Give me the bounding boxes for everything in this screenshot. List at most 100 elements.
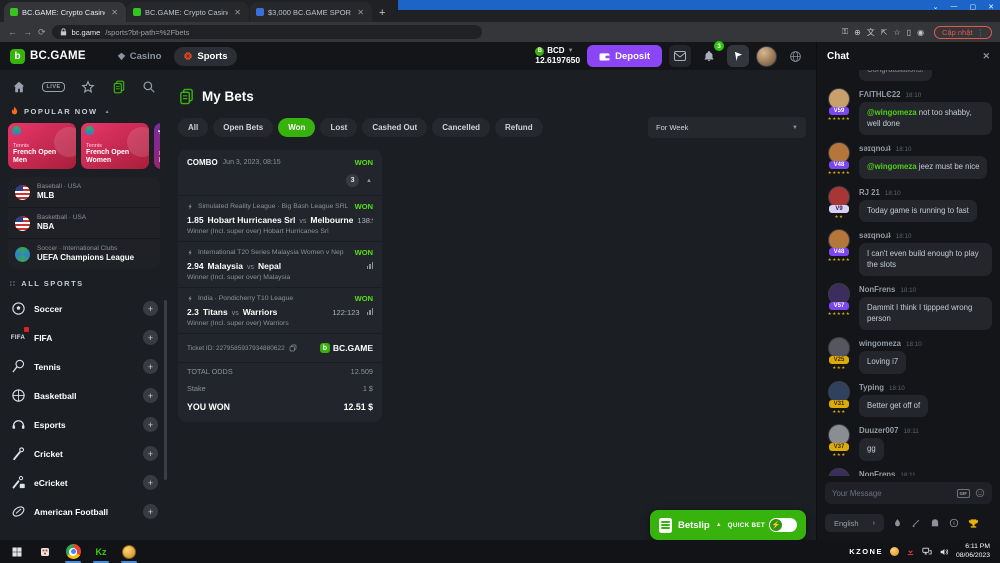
expand-plus-button[interactable]: +: [143, 504, 158, 519]
info-icon[interactable]: [949, 518, 959, 528]
popular-now-header[interactable]: POPULAR NOW ▲: [8, 104, 160, 123]
chat-username[interactable]: NonFrens: [859, 285, 895, 294]
filter-won[interactable]: Won: [278, 118, 315, 137]
filter-refund[interactable]: Refund: [495, 118, 543, 137]
expand-plus-button[interactable]: +: [143, 359, 158, 374]
period-dropdown[interactable]: For Week ▼: [648, 117, 806, 138]
window-close-icon[interactable]: ✕: [988, 3, 994, 11]
popular-card-french-open-women[interactable]: Tennis French Open Women: [81, 123, 149, 169]
user-avatar[interactable]: [756, 46, 777, 67]
taskbar-coin-app-icon[interactable]: [116, 540, 142, 563]
window-minimize-icon[interactable]: —: [951, 3, 958, 10]
sidebar-item-esports[interactable]: Esports +: [8, 410, 160, 439]
filter-cashed-out[interactable]: Cashed Out: [362, 118, 427, 137]
balance-selector[interactable]: B BCD ▼ 12.6197650: [535, 47, 580, 65]
chat-username[interactable]: Duuzer007: [859, 426, 898, 435]
stats-icon[interactable]: [367, 308, 374, 315]
expand-plus-button[interactable]: +: [143, 446, 158, 461]
filter-cancelled[interactable]: Cancelled: [432, 118, 490, 137]
notifications-button[interactable]: 3: [698, 45, 720, 67]
filter-open-bets[interactable]: Open Bets: [213, 118, 273, 137]
league-item-nba[interactable]: Basketball · USA NBA: [8, 208, 160, 239]
refresh-icon[interactable]: ⟳: [38, 27, 46, 38]
expand-plus-button[interactable]: +: [143, 330, 158, 345]
sidebar-item-ecricket[interactable]: eCricket +: [8, 468, 160, 497]
install-icon[interactable]: ⊕: [854, 28, 861, 37]
close-icon[interactable]: ✕: [982, 51, 990, 62]
address-bar[interactable]: bc.game/sports?bt-path=%2Fbets: [52, 25, 482, 39]
tray-network-icon[interactable]: [922, 547, 932, 556]
league-item-mlb[interactable]: Baseball · USA MLB: [8, 177, 160, 208]
chat-message-input[interactable]: [832, 489, 952, 498]
betslip-button[interactable]: Betslip ▲ QUICK BET ⚡: [650, 510, 806, 540]
deposit-button[interactable]: Deposit: [587, 45, 662, 67]
quick-bet-toggle[interactable]: ⚡: [769, 518, 797, 532]
chat-username[interactable]: wingomeza: [859, 339, 901, 348]
bcgame-logo[interactable]: b BC.GAME: [10, 49, 86, 64]
profile-icon[interactable]: ◉: [917, 28, 924, 37]
kebab-menu-icon[interactable]: ⋮: [977, 28, 985, 37]
chat-username[interactable]: səɪqnoɹʇ: [859, 231, 891, 240]
popular-card-nba[interactable]: NBA 2 NBA: [154, 123, 160, 169]
avatar[interactable]: [828, 468, 850, 476]
share-icon[interactable]: ⇱: [881, 28, 888, 37]
tray-download-icon[interactable]: [906, 547, 915, 556]
emoji-icon[interactable]: [975, 488, 985, 498]
copy-icon[interactable]: [289, 344, 297, 352]
sidebar-item-basketball[interactable]: Basketball +: [8, 381, 160, 410]
filter-all[interactable]: All: [178, 118, 208, 137]
nav-sports[interactable]: Sports: [174, 47, 236, 66]
browser-tab-2[interactable]: BC.GAME: Crypto Casino Games ✕: [127, 2, 249, 22]
translate-icon[interactable]: 文: [867, 27, 875, 38]
live-icon[interactable]: LIVE: [42, 82, 64, 92]
sidebar-item-soccer[interactable]: Soccer +: [8, 294, 160, 323]
sidebar-scrollbar[interactable]: [164, 300, 167, 480]
favorites-star-icon[interactable]: [81, 80, 95, 94]
start-button[interactable]: [4, 540, 30, 563]
chat-username[interactable]: NonFrens: [859, 470, 895, 476]
browser-tab-1[interactable]: BC.GAME: Crypto Casino Games ✕: [4, 2, 126, 22]
taskbar-clock[interactable]: 6:11 PM 08/06/2023: [956, 543, 990, 561]
tab-close-icon[interactable]: ✕: [355, 8, 366, 17]
search-icon[interactable]: [142, 80, 156, 94]
chat-username[interactable]: səɪqnoɹʇ: [859, 144, 891, 153]
expand-plus-button[interactable]: +: [143, 301, 158, 316]
popular-card-french-open-men[interactable]: Tennis French Open Men: [8, 123, 76, 169]
new-tab-button[interactable]: +: [379, 7, 385, 19]
ghost-icon[interactable]: [930, 518, 940, 528]
language-globe-button[interactable]: [784, 45, 806, 67]
sidebar-item-cricket[interactable]: Cricket +: [8, 439, 160, 468]
tab-close-icon[interactable]: ✕: [109, 8, 120, 17]
back-icon[interactable]: ←: [8, 27, 17, 37]
home-icon[interactable]: [12, 80, 26, 94]
tab-close-icon[interactable]: ✕: [232, 8, 243, 17]
rain-icon[interactable]: [893, 518, 902, 529]
sidebar-item-american-football[interactable]: American Football +: [8, 497, 160, 526]
gif-icon[interactable]: GIF: [957, 489, 971, 498]
my-bets-icon[interactable]: [112, 80, 126, 94]
chat-username[interactable]: RJ 21: [859, 188, 880, 197]
collapse-caret-icon[interactable]: ▲: [366, 178, 372, 184]
browser-tab-3[interactable]: $3,000 BC.GAME SPORTS PARLA ✕: [250, 2, 372, 22]
star-icon[interactable]: ☆: [893, 28, 900, 37]
window-maximize-icon[interactable]: ▢: [970, 3, 977, 11]
expand-plus-button[interactable]: +: [143, 388, 158, 403]
chat-username[interactable]: FΛITHLЄ22: [859, 90, 901, 99]
key-icon[interactable]: ⚿: [842, 27, 848, 37]
rules-icon[interactable]: [911, 518, 921, 528]
taskbar-chrome-icon[interactable]: [60, 540, 86, 563]
sports-chat-toggle[interactable]: [727, 45, 749, 67]
expand-plus-button[interactable]: +: [143, 417, 158, 432]
chat-username[interactable]: Typing: [859, 383, 884, 392]
sidebar-item-fifa[interactable]: FIFA FIFA +: [8, 323, 160, 352]
sidebar-item-tennis[interactable]: Tennis +: [8, 352, 160, 381]
messages-button[interactable]: [669, 45, 691, 67]
browser-update-button[interactable]: Cập nhật ⋮: [934, 26, 992, 39]
nav-casino[interactable]: Casino: [108, 47, 171, 66]
forward-icon[interactable]: →: [23, 27, 32, 37]
league-item-uefa[interactable]: Soccer · International Clubs UEFA Champi…: [8, 239, 160, 269]
chat-messages[interactable]: Congratulations! V59 ★★★★★ FΛITHLЄ2218:1…: [817, 70, 1000, 476]
taskbar-kzone-icon[interactable]: Kz: [88, 540, 114, 563]
trophy-icon[interactable]: [968, 518, 979, 529]
tray-emoji-icon[interactable]: [890, 547, 899, 556]
